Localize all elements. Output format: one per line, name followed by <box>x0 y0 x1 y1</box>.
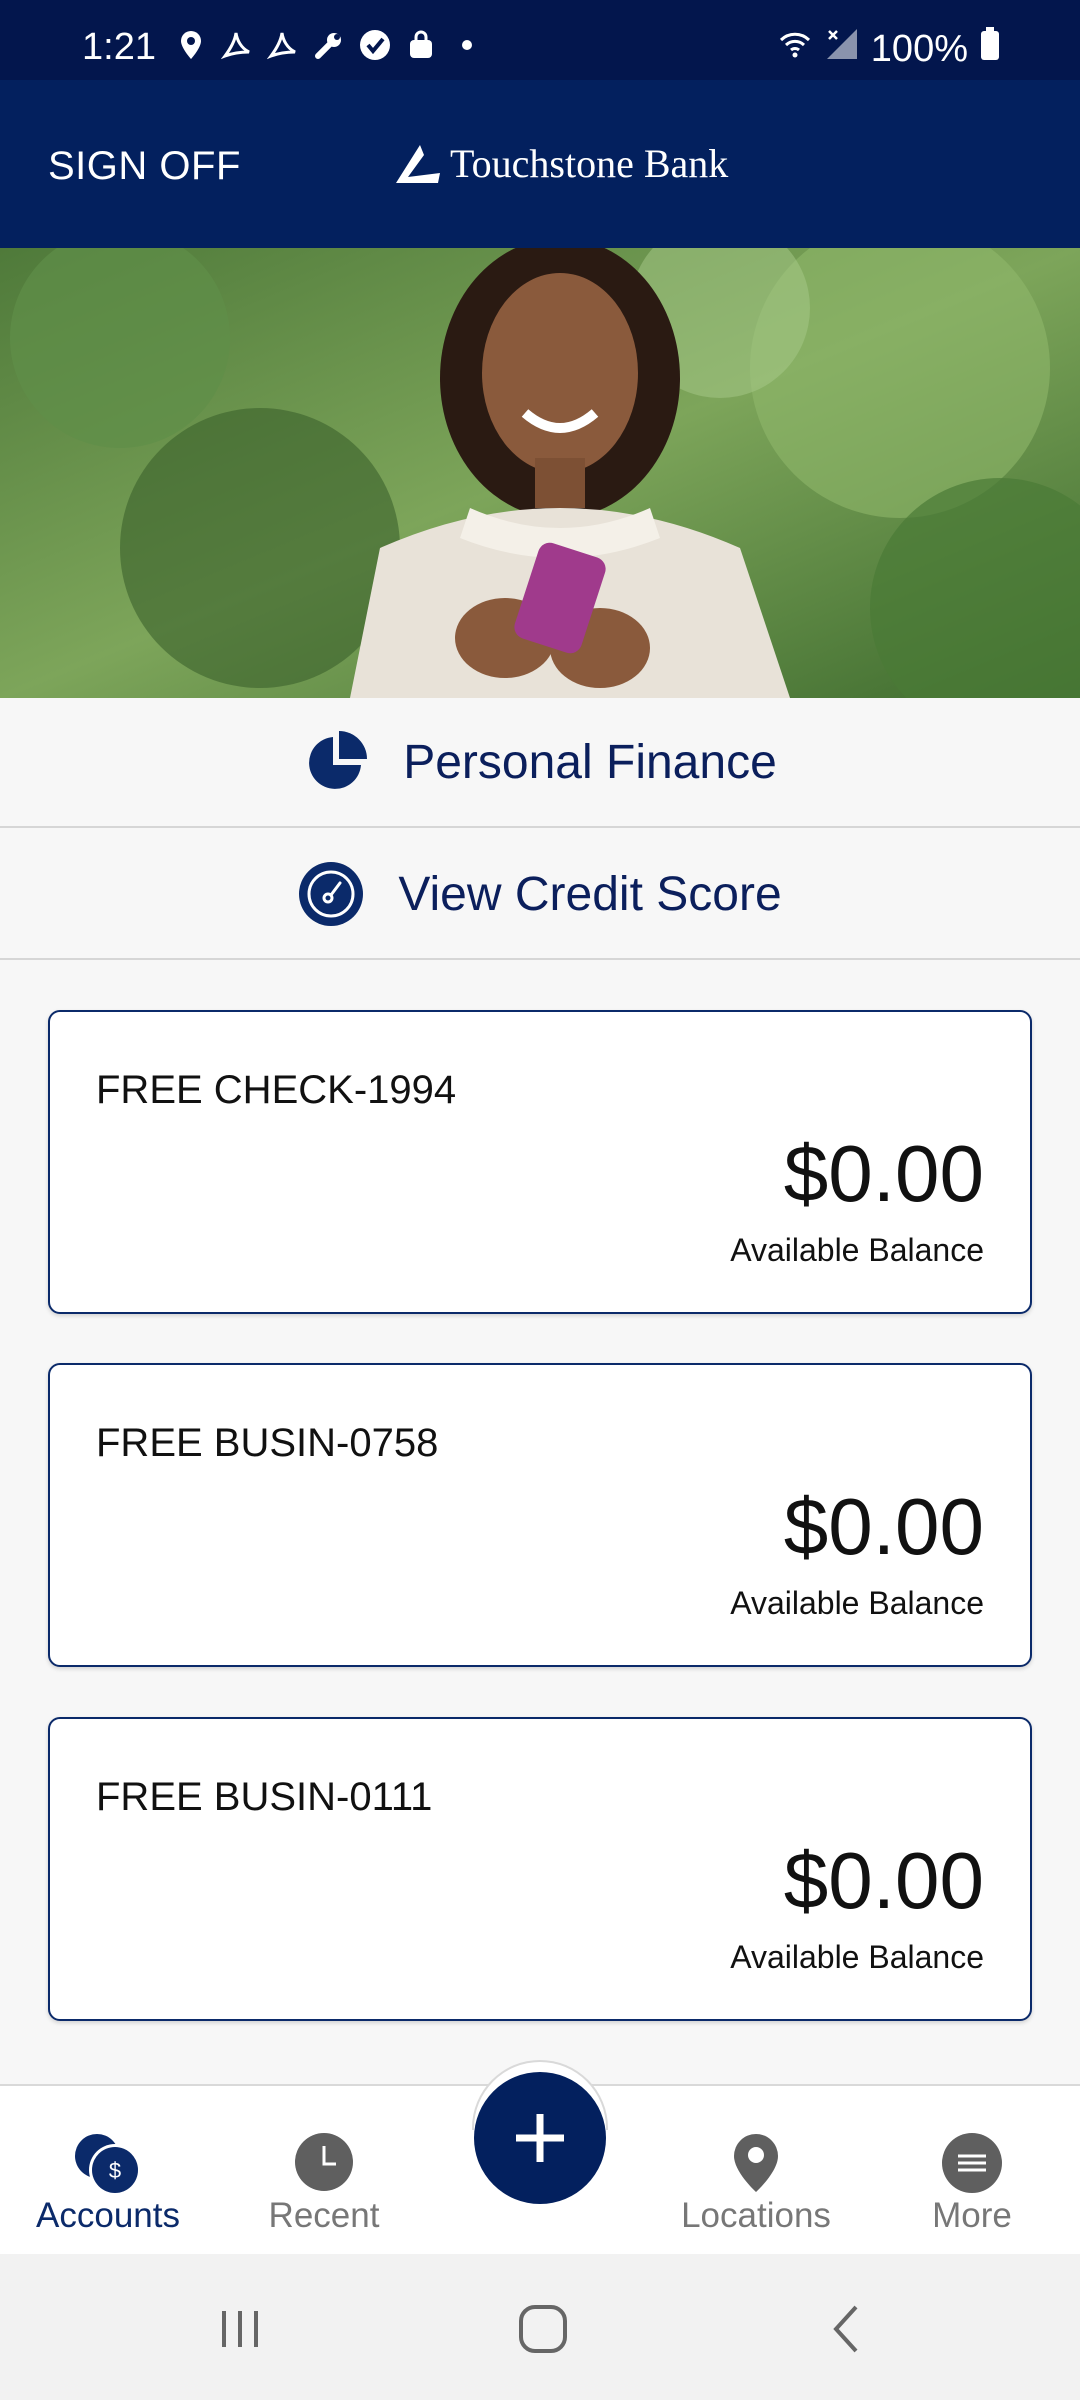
nav-more[interactable]: More <box>882 2086 1062 2256</box>
account-card[interactable]: FREE BUSIN-0758 $0.00 Available Balance <box>48 1363 1032 1667</box>
wifi-icon <box>777 26 813 72</box>
signal-icon <box>825 27 859 71</box>
home-button[interactable] <box>503 2294 583 2364</box>
account-card[interactable]: FREE BUSIN-0111 $0.00 Available Balance <box>48 1717 1032 2021</box>
recent-apps-icon <box>222 2311 258 2347</box>
account-balance: $0.00 <box>783 1129 984 1218</box>
add-action-button[interactable] <box>474 2072 606 2204</box>
dot-notification-icon <box>451 29 483 61</box>
status-time: 1:21 <box>82 26 156 68</box>
personal-finance-label: Personal Finance <box>403 735 777 789</box>
svg-text:$: $ <box>109 2158 121 2183</box>
status-right: 100% <box>777 26 1000 72</box>
nav-recent-label: Recent <box>268 2196 380 2235</box>
location-pin-icon <box>734 2134 778 2192</box>
account-name: FREE BUSIN-0111 <box>96 1775 433 1819</box>
brand-name: Touchstone Bank <box>450 141 729 186</box>
status-bar: 1:21 100% <box>0 0 1080 80</box>
plus-icon <box>516 2114 564 2162</box>
home-icon <box>519 2305 567 2353</box>
pdf-notification-icon <box>267 29 299 61</box>
account-name: FREE CHECK-1994 <box>96 1068 457 1112</box>
account-name: FREE BUSIN-0758 <box>96 1421 439 1465</box>
balance-label: Available Balance <box>730 1939 984 1975</box>
account-balance: $0.00 <box>783 1836 984 1925</box>
location-notification-icon <box>175 29 207 61</box>
view-credit-score-link[interactable]: View Credit Score <box>0 830 1080 960</box>
accounts-icon: $ <box>75 2134 141 2196</box>
view-credit-score-label: View Credit Score <box>398 867 782 921</box>
nav-locations-label: Locations <box>681 2196 831 2235</box>
nav-accounts-label: Accounts <box>36 2196 180 2235</box>
speedometer-icon <box>299 862 364 926</box>
hero-image <box>0 248 1080 698</box>
personal-finance-link[interactable]: Personal Finance <box>0 698 1080 828</box>
sign-off-button[interactable]: SIGN OFF <box>48 144 241 189</box>
pdf-notification-icon <box>221 29 253 61</box>
notification-icons <box>175 28 483 62</box>
nav-recent[interactable]: Recent <box>234 2086 414 2256</box>
wrench-notification-icon <box>313 29 345 61</box>
brand-logo: Touchstone Bank <box>394 140 728 187</box>
back-icon <box>833 2305 858 2353</box>
account-balance: $0.00 <box>783 1482 984 1571</box>
pie-chart-icon <box>309 731 368 789</box>
nav-more-label: More <box>932 2196 1012 2235</box>
check-badge-notification-icon <box>359 29 391 61</box>
battery-percent: 100% <box>870 27 968 70</box>
clock-icon <box>295 2133 353 2191</box>
app-header: SIGN OFF Touchstone Bank <box>0 80 1080 248</box>
nav-accounts[interactable]: $ Accounts <box>18 2086 198 2256</box>
system-nav-bar <box>0 2254 1080 2400</box>
recent-apps-button[interactable] <box>200 2294 280 2364</box>
balance-label: Available Balance <box>730 1585 984 1621</box>
nav-locations[interactable]: Locations <box>666 2086 846 2256</box>
account-card[interactable]: FREE CHECK-1994 $0.00 Available Balance <box>48 1010 1032 1314</box>
battery-icon <box>980 27 1000 71</box>
menu-icon <box>942 2133 1002 2193</box>
balance-label: Available Balance <box>730 1232 984 1268</box>
touchstone-logo-icon <box>396 144 440 183</box>
back-button[interactable] <box>806 2294 886 2364</box>
bag-notification-icon <box>405 29 437 61</box>
